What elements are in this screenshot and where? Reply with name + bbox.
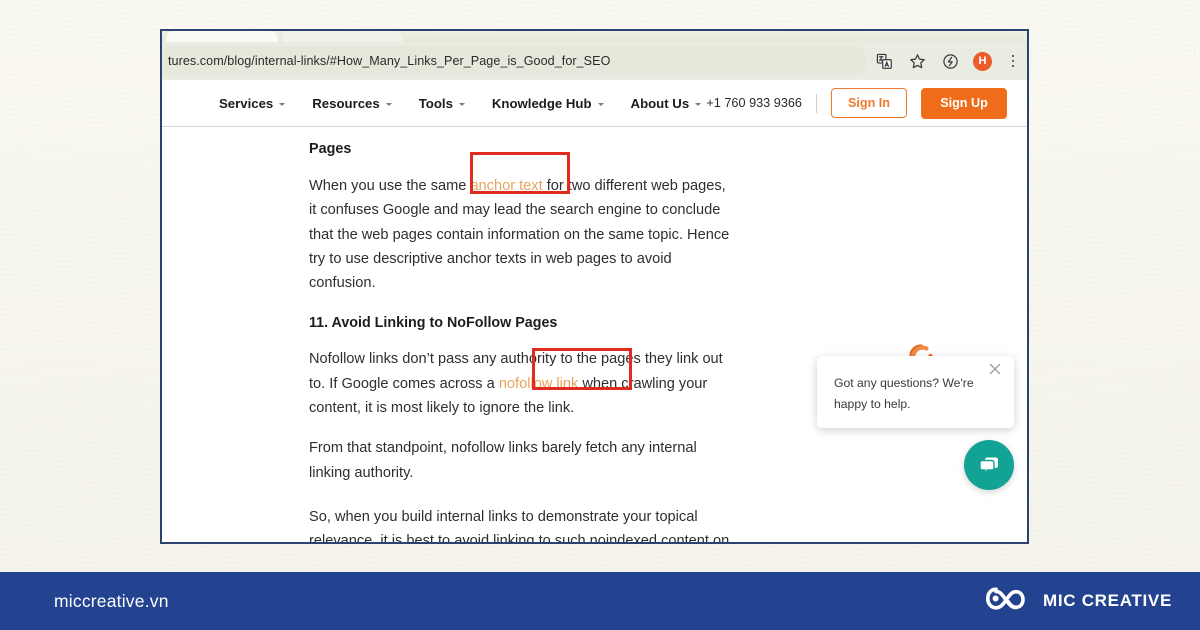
address-bar[interactable]: tures.com/blog/internal-links/#How_Many_… [162, 46, 867, 76]
article-content: Pages When you use the same anchor text … [162, 127, 782, 544]
highlight-box-nofollow-link [532, 348, 632, 390]
browser-tab-strip[interactable] [162, 31, 1027, 42]
nav-label: Resources [312, 95, 380, 111]
site-navigation-bar: Services Resources Tools Knowledge Hub A… [162, 80, 1027, 127]
chat-greeting-text: Got any questions? We're happy to help. [834, 376, 974, 411]
nav-item-tools[interactable]: Tools [419, 96, 465, 111]
site-nav-actions: +1 760 933 9366 Sign In Sign Up [706, 87, 1007, 119]
nav-item-about-us[interactable]: About Us [631, 96, 702, 111]
nav-item-knowledge-hub[interactable]: Knowledge Hub [492, 96, 604, 111]
translate-icon[interactable] [874, 51, 894, 71]
brand-logo-group: MIC CREATIVE [984, 585, 1172, 617]
web-page-viewport: Services Resources Tools Knowledge Hub A… [162, 80, 1027, 544]
sign-up-button[interactable]: Sign Up [921, 87, 1007, 119]
highlight-box-anchor-text [470, 152, 570, 194]
phone-number[interactable]: +1 760 933 9366 [706, 96, 802, 110]
chat-launcher-button[interactable] [964, 440, 1014, 490]
extension-icon[interactable] [940, 51, 960, 71]
site-nav-items: Services Resources Tools Knowledge Hub A… [219, 95, 702, 111]
chevron-down-icon [279, 102, 286, 106]
paragraph-standpoint: From that standpoint, nofollow links bar… [309, 440, 697, 481]
browser-tab[interactable] [166, 31, 278, 42]
paragraph-nofollow: Nofollow links don’t pass any authority … [309, 347, 737, 420]
paragraph-noindexed: So, when you build internal links to dem… [309, 508, 730, 544]
divider [816, 93, 817, 113]
chevron-down-icon [385, 102, 392, 106]
profile-avatar[interactable]: H [973, 51, 992, 71]
nav-item-services[interactable]: Services [219, 95, 286, 111]
chevron-down-icon [695, 102, 702, 106]
nav-label: Services [219, 95, 274, 111]
close-icon[interactable] [988, 362, 1004, 378]
mic-creative-infinity-logo [984, 585, 1030, 617]
para-text-before: When you use the same [309, 178, 471, 194]
section-heading-11: 11. Avoid Linking to NoFollow Pages [309, 315, 558, 332]
brand-website-url: miccreative.vn [54, 590, 169, 611]
nav-label: Knowledge Hub [491, 95, 592, 111]
browser-window: tures.com/blog/internal-links/#How_Many_… [160, 29, 1029, 544]
brand-name-label: MIC CREATIVE [1043, 591, 1172, 610]
address-bar-url: tures.com/blog/internal-links/#How_Many_… [168, 54, 611, 68]
nav-label: About Us [630, 95, 690, 111]
chevron-down-icon [597, 102, 604, 106]
chat-greeting-tooltip[interactable]: Got any questions? We're happy to help. [817, 356, 1014, 428]
browser-tab-inactive[interactable] [282, 31, 402, 42]
browser-toolbar: tures.com/blog/internal-links/#How_Many_… [162, 42, 1027, 80]
bookmark-star-icon[interactable] [907, 51, 927, 71]
para-text-after: for two different web pages, it confuses… [309, 178, 730, 292]
nav-item-resources[interactable]: Resources [312, 95, 392, 111]
kebab-menu-icon[interactable] [1005, 51, 1021, 71]
chevron-down-icon [458, 102, 465, 106]
chat-bubble-icon [979, 457, 998, 476]
sign-in-button[interactable]: Sign In [831, 88, 907, 118]
brand-footer-bar: miccreative.vn MIC CREATIVE [0, 572, 1200, 630]
nav-label: Tools [418, 95, 453, 111]
toolbar-icon-group: H [874, 42, 1021, 80]
